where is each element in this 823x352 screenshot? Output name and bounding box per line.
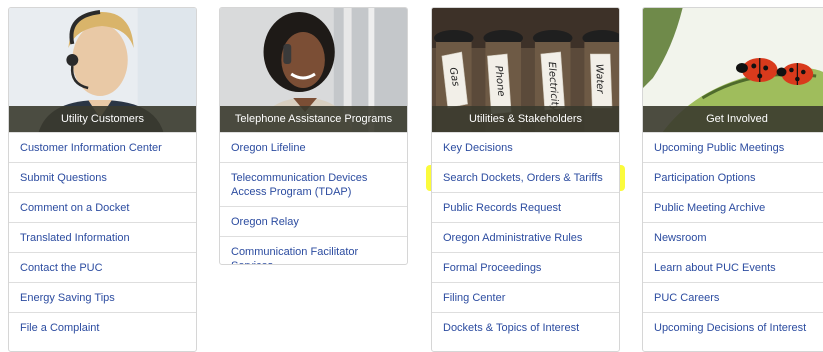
- ladybugs-photo: Get Involved: [643, 8, 823, 132]
- link-newsroom[interactable]: Newsroom: [643, 222, 823, 252]
- customer-service-photo: Utility Customers: [9, 8, 196, 132]
- link-participation-options[interactable]: Participation Options: [643, 162, 823, 192]
- link-key-decisions[interactable]: Key Decisions: [432, 132, 619, 162]
- link-puc-careers[interactable]: PUC Careers: [643, 282, 823, 312]
- card-utility-customers: Utility Customers Customer Information C…: [8, 7, 197, 352]
- jar-label-water: Water: [593, 64, 605, 95]
- link-learn-puc-events[interactable]: Learn about PUC Events: [643, 252, 823, 282]
- link-search-dockets[interactable]: Search Dockets, Orders & Tariffs: [432, 162, 619, 192]
- link-energy-saving-tips[interactable]: Energy Saving Tips: [9, 282, 196, 312]
- link-comment-on-docket[interactable]: Comment on a Docket: [9, 192, 196, 222]
- link-contact-puc[interactable]: Contact the PUC: [9, 252, 196, 282]
- card-get-involved: Get Involved Upcoming Public Meetings Pa…: [642, 7, 823, 352]
- link-dockets-topics[interactable]: Dockets & Topics of Interest: [432, 312, 619, 342]
- link-filing-center[interactable]: Filing Center: [432, 282, 619, 312]
- link-tdap[interactable]: Telecommunication Devices Access Program…: [220, 162, 407, 206]
- jars-photo: Gas Phone Electricity Water Utilities & …: [432, 8, 619, 132]
- link-translated-information[interactable]: Translated Information: [9, 222, 196, 252]
- link-public-records-request[interactable]: Public Records Request: [432, 192, 619, 222]
- card-telephone-assistance: Telephone Assistance Programs Oregon Lif…: [219, 7, 408, 265]
- link-oregon-relay[interactable]: Oregon Relay: [220, 206, 407, 236]
- card-title: Utility Customers: [9, 106, 196, 132]
- link-public-meeting-archive[interactable]: Public Meeting Archive: [643, 192, 823, 222]
- link-upcoming-decisions[interactable]: Upcoming Decisions of Interest: [643, 312, 823, 342]
- link-customer-information-center[interactable]: Customer Information Center: [9, 132, 196, 162]
- card-title: Telephone Assistance Programs: [220, 106, 407, 132]
- phone-call-photo: Telephone Assistance Programs: [220, 8, 407, 132]
- link-oregon-admin-rules[interactable]: Oregon Administrative Rules: [432, 222, 619, 252]
- link-upcoming-public-meetings[interactable]: Upcoming Public Meetings: [643, 132, 823, 162]
- link-file-complaint[interactable]: File a Complaint: [9, 312, 196, 342]
- card-utilities-stakeholders: Gas Phone Electricity Water Utilities & …: [431, 7, 620, 352]
- link-submit-questions[interactable]: Submit Questions: [9, 162, 196, 192]
- link-formal-proceedings[interactable]: Formal Proceedings: [432, 252, 619, 282]
- link-communication-facilitator[interactable]: Communication Facilitator Services: [220, 236, 407, 264]
- link-oregon-lifeline[interactable]: Oregon Lifeline: [220, 132, 407, 162]
- card-title: Utilities & Stakeholders: [432, 106, 619, 132]
- card-title: Get Involved: [643, 106, 823, 132]
